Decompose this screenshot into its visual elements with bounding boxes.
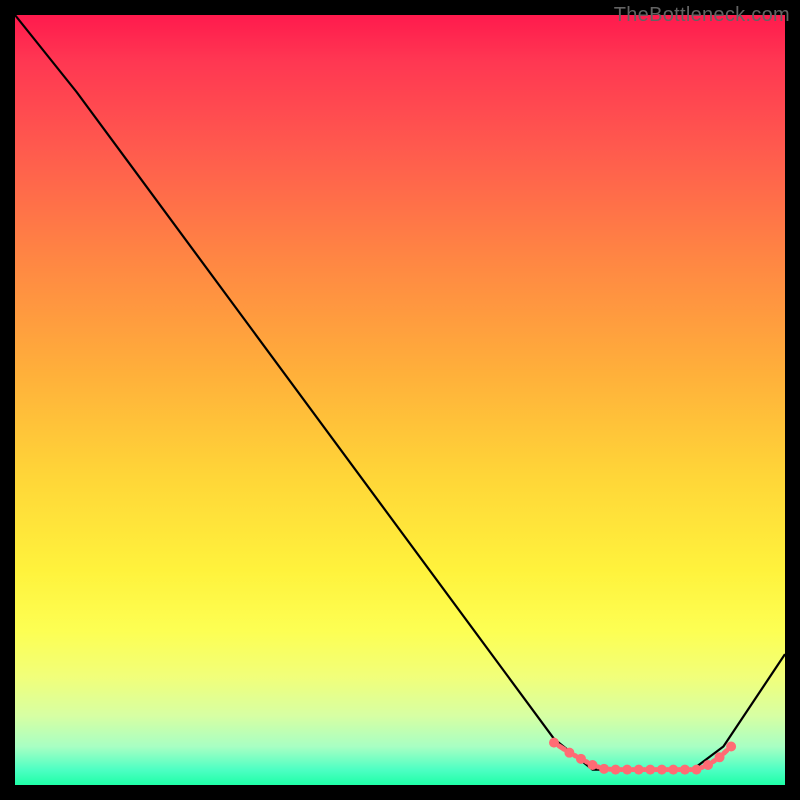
marker-dot	[726, 742, 736, 752]
bottleneck-curve	[15, 15, 785, 770]
chart-root: { "watermark": "TheBottleneck.com", "cha…	[0, 0, 800, 800]
chart-svg	[15, 15, 785, 785]
marker-dash	[713, 761, 715, 762]
marker-dash	[586, 762, 587, 763]
marker-group	[549, 738, 736, 775]
plot-area	[15, 15, 785, 785]
watermark-text: TheBottleneck.com	[614, 4, 790, 27]
marker-dash	[575, 755, 576, 756]
marker-dash	[724, 751, 727, 754]
marker-dash	[559, 746, 564, 749]
marker-dot	[588, 760, 598, 770]
